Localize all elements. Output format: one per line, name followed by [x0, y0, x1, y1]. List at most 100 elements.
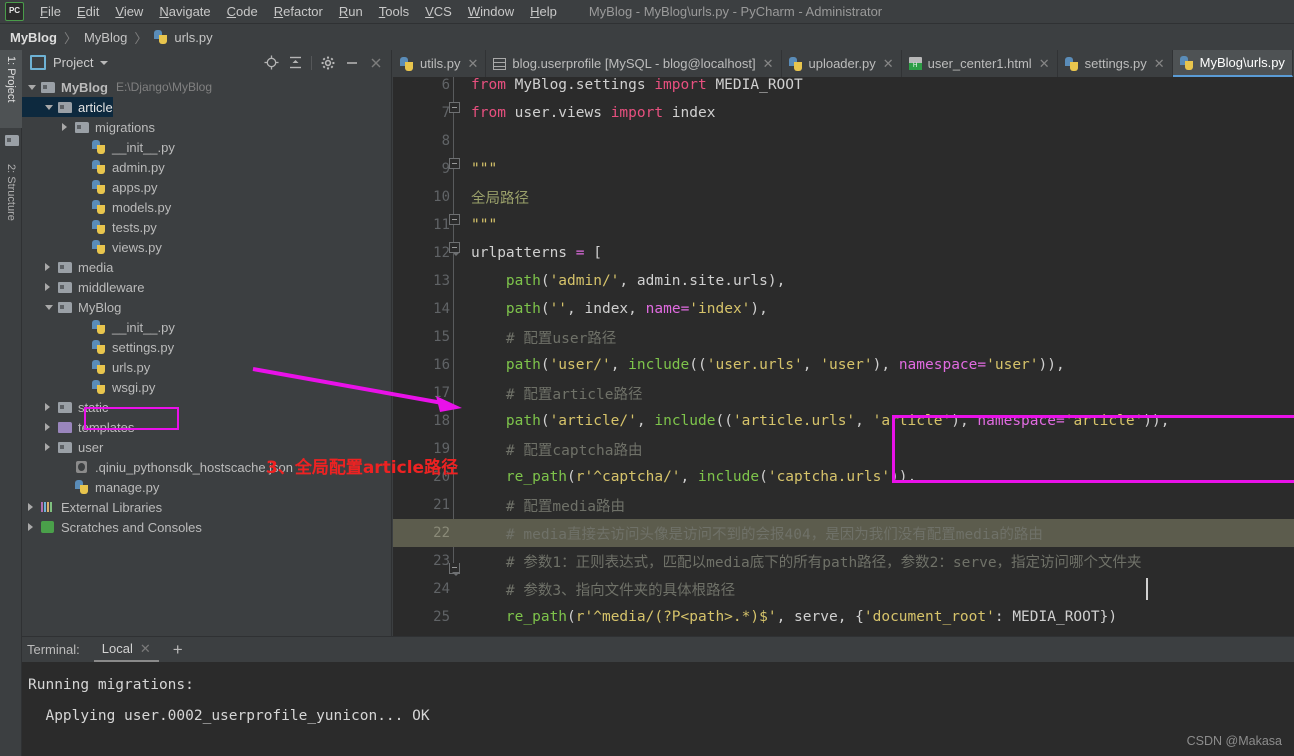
- code-line[interactable]: 17 # 配置article路径: [393, 379, 1294, 407]
- code-line[interactable]: 10 全局路径: [393, 183, 1294, 211]
- code-line[interactable]: 18 path('article/', include(('article.ur…: [393, 407, 1294, 435]
- code-line[interactable]: 8: [393, 127, 1294, 155]
- tree-item-qiniu-pythonsdk-hostscache-json[interactable]: .qiniu_pythonsdk_hostscache.json: [22, 457, 293, 477]
- tree-item-media[interactable]: media: [22, 257, 113, 277]
- code-line[interactable]: 14 path('', index, name='index'),: [393, 295, 1294, 323]
- editor-tab-myblog-urls-py[interactable]: MyBlog\urls.py: [1172, 50, 1293, 77]
- tree-item-templates[interactable]: templates: [22, 417, 134, 437]
- tree-item-settings-py[interactable]: settings.py: [22, 337, 174, 357]
- menu-item-help[interactable]: Help: [522, 2, 565, 21]
- tree-item-models-py[interactable]: models.py: [22, 197, 171, 217]
- chevron-right-icon[interactable]: [45, 283, 58, 291]
- editor-tab-settings-py[interactable]: settings.py ✕: [1058, 50, 1173, 77]
- locate-icon[interactable]: [260, 53, 282, 73]
- tree-item-scratches-and-consoles[interactable]: Scratches and Consoles: [22, 517, 202, 537]
- breadcrumb-item[interactable]: MyBlog: [10, 30, 57, 45]
- code-line[interactable]: 19 # 配置captcha路由: [393, 435, 1294, 463]
- code-line[interactable]: 7 from user.views import index: [393, 99, 1294, 127]
- gear-icon[interactable]: [317, 53, 339, 73]
- chevron-right-icon[interactable]: [45, 403, 58, 411]
- code-line[interactable]: 24 # 参数3、指向文件夹的具体根路径: [393, 575, 1294, 603]
- code-editor[interactable]: 6 from MyBlog.settings import MEDIA_ROOT 7…: [393, 77, 1294, 636]
- close-icon[interactable]: ✕: [1154, 57, 1165, 70]
- editor-tab-bar[interactable]: utils.py ✕ blog.userprofile [MySQL - blog@…: [393, 50, 1294, 77]
- tree-item-views-py[interactable]: views.py: [22, 237, 162, 257]
- chevron-right-icon[interactable]: [45, 443, 58, 451]
- code-line[interactable]: 6 from MyBlog.settings import MEDIA_ROOT: [393, 77, 1294, 99]
- menu-item-code[interactable]: Code: [219, 2, 266, 21]
- code-line[interactable]: 15 # 配置user路径: [393, 323, 1294, 351]
- chevron-right-icon[interactable]: [28, 503, 41, 511]
- chevron-down-icon[interactable]: [45, 304, 58, 310]
- tree-item-wsgi-py[interactable]: wsgi.py: [22, 377, 155, 397]
- editor-tab-utils-py[interactable]: utils.py ✕: [393, 50, 487, 77]
- toolbar-divider: [311, 55, 312, 70]
- terminal-output[interactable]: Running migrations: Applying user.0002_u…: [22, 662, 1294, 756]
- chevron-down-icon[interactable]: [100, 60, 109, 65]
- tree-item-migrations[interactable]: migrations: [22, 117, 155, 137]
- add-terminal-button[interactable]: +: [173, 641, 183, 658]
- tree-item-tests-py[interactable]: tests.py: [22, 217, 157, 237]
- close-icon[interactable]: ✕: [763, 57, 774, 70]
- close-icon[interactable]: ✕: [883, 57, 894, 70]
- menu-item-edit[interactable]: Edit: [69, 2, 107, 21]
- menu-item-tools[interactable]: Tools: [371, 2, 417, 21]
- tree-item-article[interactable]: article: [22, 97, 113, 117]
- menu-item-refactor[interactable]: Refactor: [266, 2, 331, 21]
- tree-item-label: apps.py: [112, 179, 158, 195]
- code-line[interactable]: 13 path('admin/', admin.site.urls),: [393, 267, 1294, 295]
- editor-tab-uploader-py[interactable]: uploader.py ✕: [782, 50, 902, 77]
- code-line[interactable]: 25 re_path(r'^media/(?P<path>.*)$', serv…: [393, 603, 1294, 631]
- code-line[interactable]: 9 """: [393, 155, 1294, 183]
- sidebar-item-project[interactable]: 1: Project: [0, 50, 22, 128]
- menu-item-vcs[interactable]: VCS: [417, 2, 460, 21]
- terminal-tab-local[interactable]: Local ✕: [93, 638, 159, 662]
- code-line[interactable]: 16 path('user/', include(('user.urls', '…: [393, 351, 1294, 379]
- code-line[interactable]: 21 # 配置media路由: [393, 491, 1294, 519]
- project-tree[interactable]: MyBlog E:\Django\MyBlog article migrations _…: [22, 77, 392, 636]
- tree-item-init-py[interactable]: __init__.py: [22, 317, 175, 337]
- tree-item-label: middleware: [78, 279, 145, 295]
- menu-item-view[interactable]: View: [107, 2, 151, 21]
- code-line[interactable]: 22 # media直接去访问头像是访问不到的会报404，是因为我们没有配置me…: [393, 519, 1294, 547]
- chevron-down-icon[interactable]: [45, 104, 58, 110]
- code-line-text: # 配置user路径: [505, 330, 617, 347]
- editor-tab-blog-userprofile-mysql-blog-localhost[interactable]: blog.userprofile [MySQL - blog@localhost…: [486, 50, 782, 77]
- code-line[interactable]: 20 re_path(r'^captcha/', include('captch…: [393, 463, 1294, 491]
- chevron-right-icon[interactable]: [62, 123, 75, 131]
- close-icon[interactable]: ✕: [140, 641, 151, 657]
- chevron-down-icon[interactable]: [28, 84, 41, 90]
- code-line[interactable]: 11 """: [393, 211, 1294, 239]
- breadcrumb-item[interactable]: MyBlog: [84, 30, 127, 45]
- menu-item-file[interactable]: File: [32, 2, 69, 21]
- menu-item-navigate[interactable]: Navigate: [151, 2, 218, 21]
- menu-item-window[interactable]: Window: [460, 2, 522, 21]
- tree-item-admin-py[interactable]: admin.py: [22, 157, 165, 177]
- tree-item-middleware[interactable]: middleware: [22, 277, 144, 297]
- chevron-right-icon[interactable]: [28, 523, 41, 531]
- menu-item-run[interactable]: Run: [331, 2, 371, 21]
- close-icon[interactable]: ✕: [467, 57, 478, 70]
- tree-item-apps-py[interactable]: apps.py: [22, 177, 158, 197]
- sidebar-item-structure[interactable]: 2: Structure: [0, 158, 22, 256]
- tree-item-urls-py[interactable]: urls.py: [22, 357, 150, 377]
- code-line[interactable]: 23 # 参数1：正则表达式，匹配以media底下的所有path路径，参数2：s…: [393, 547, 1294, 575]
- tree-item-manage-py[interactable]: manage.py: [22, 477, 159, 497]
- tree-item-init-py[interactable]: __init__.py: [22, 137, 175, 157]
- chevron-right-icon[interactable]: [45, 263, 58, 271]
- tree-item-myblog[interactable]: MyBlog E:\Django\MyBlog: [22, 77, 212, 97]
- breadcrumb-item[interactable]: urls.py: [174, 30, 212, 45]
- line-number: 23: [433, 553, 450, 569]
- tree-item-label: settings.py: [112, 339, 175, 355]
- minimize-icon[interactable]: [341, 53, 363, 73]
- close-icon[interactable]: ✕: [1039, 57, 1050, 70]
- editor-tab-user-center1-html[interactable]: user_center1.html ✕: [902, 50, 1058, 77]
- tree-item-static[interactable]: static: [22, 397, 108, 417]
- code-line[interactable]: 12 urlpatterns = [: [393, 239, 1294, 267]
- collapse-all-icon[interactable]: [284, 53, 306, 73]
- tree-item-myblog[interactable]: MyBlog: [22, 297, 121, 317]
- tree-item-user[interactable]: user: [22, 437, 103, 457]
- tree-item-external-libraries[interactable]: External Libraries: [22, 497, 162, 517]
- chevron-right-icon[interactable]: [45, 423, 58, 431]
- close-icon[interactable]: [365, 53, 387, 73]
